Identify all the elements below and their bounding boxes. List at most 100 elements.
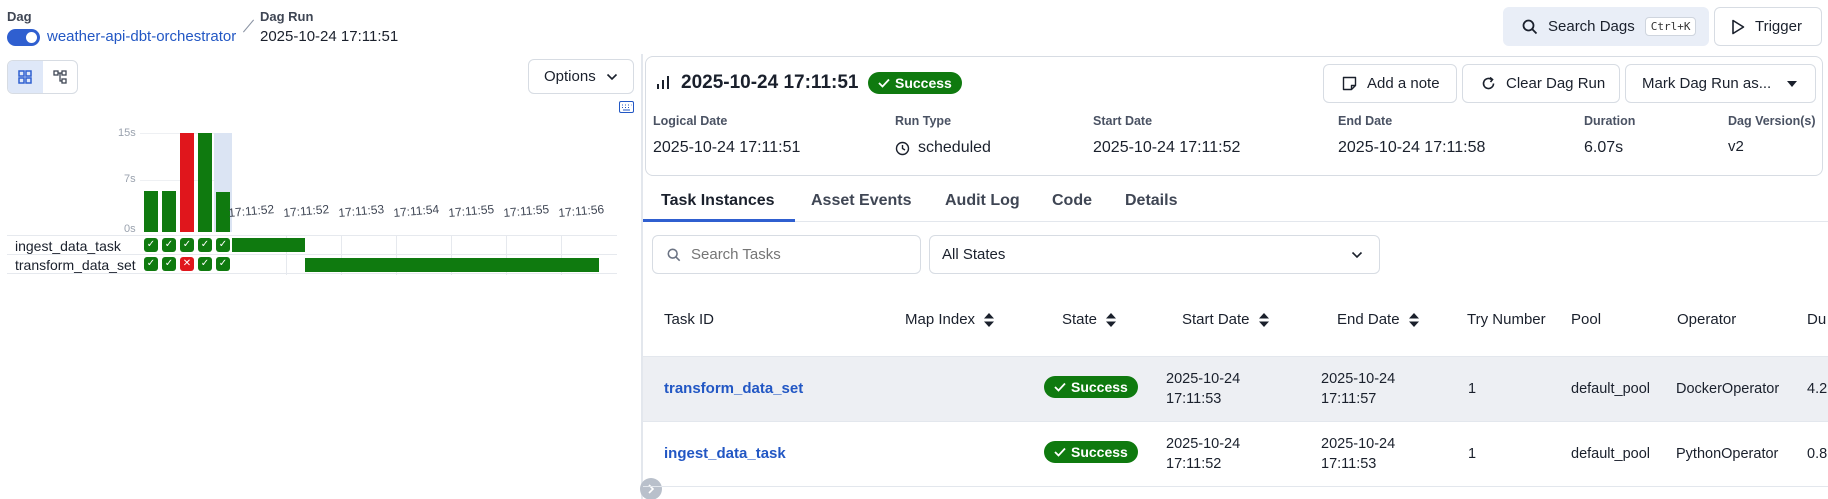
sort-icon — [984, 312, 995, 327]
column-header-start-date[interactable]: Start Date — [1182, 311, 1270, 328]
task-end-date-day: 2025-10-24 — [1321, 371, 1396, 387]
task-pool: default_pool — [1571, 446, 1651, 462]
mark-dag-run-as-label: Mark Dag Run as... — [1642, 75, 1772, 92]
task-end-date-time: 17:11:57 — [1321, 391, 1377, 407]
task-start-date-day: 2025-10-24 — [1166, 371, 1241, 387]
duration-label: Duration — [1584, 114, 1636, 128]
task-start-date-day: 2025-10-24 — [1166, 436, 1241, 452]
search-shortcut-hint: Ctrl+K — [1644, 17, 1697, 36]
state-filter-select[interactable]: All States — [929, 235, 1380, 274]
clear-dag-run-button[interactable]: Clear Dag Run — [1462, 64, 1620, 103]
column-header-operator-label: Operator — [1677, 311, 1737, 328]
grid-task-ingest-data-task[interactable]: ingest_data_task — [15, 238, 121, 254]
search-tasks-input[interactable] — [691, 246, 911, 263]
search-tasks-field[interactable] — [652, 235, 921, 274]
expand-panel-button[interactable] — [640, 478, 662, 499]
search-dags-button[interactable]: Search Dags Ctrl+K — [1503, 7, 1709, 46]
task-id-link[interactable]: ingest_data_task — [664, 444, 786, 464]
breadcrumb-separator — [242, 19, 255, 33]
column-header-end-date-label: End Date — [1337, 311, 1400, 328]
dag-versions-value[interactable]: v2 — [1728, 138, 1744, 155]
options-button[interactable]: Options — [528, 59, 634, 94]
play-icon — [1732, 19, 1745, 34]
column-header-task-id-label: Task ID — [664, 311, 715, 328]
column-header-task-id[interactable]: Task ID — [664, 311, 714, 328]
gantt-time-label: 17:11:53 — [337, 202, 385, 220]
task-state-cell[interactable]: ✓ — [162, 238, 176, 252]
run-duration-bar[interactable] — [180, 133, 194, 232]
task-state-cell[interactable]: ✓ — [180, 238, 194, 252]
run-duration-bar[interactable] — [198, 133, 212, 232]
check-icon — [1054, 447, 1066, 457]
graph-view-button[interactable] — [43, 61, 78, 93]
task-try-number: 1 — [1468, 381, 1477, 397]
task-duration: 0.8 — [1807, 446, 1828, 462]
trigger-button[interactable]: Trigger — [1714, 7, 1822, 46]
task-state-cell[interactable]: ✓ — [216, 257, 230, 271]
logical-date-label: Logical Date — [653, 114, 728, 128]
add-note-button[interactable]: Add a note — [1323, 64, 1457, 103]
column-header-state-label: State — [1062, 311, 1098, 328]
column-header-duration[interactable]: Du — [1807, 311, 1826, 328]
task-start-date-time: 17:11:52 — [1166, 456, 1222, 472]
gantt-time-label: 17:11:52 — [227, 202, 275, 220]
column-header-pool[interactable]: Pool — [1571, 311, 1601, 328]
column-header-operator[interactable]: Operator — [1677, 311, 1736, 328]
panel-divider[interactable] — [641, 54, 643, 499]
check-icon — [1054, 382, 1066, 392]
grid-task-transform-data-set[interactable]: transform_data_set — [15, 257, 136, 273]
chevron-down-icon — [606, 73, 617, 80]
dag-name-link[interactable]: weather-api-dbt-orchestrator — [47, 28, 236, 45]
column-header-map-index[interactable]: Map Index — [905, 311, 995, 328]
tab-code[interactable]: Code — [1052, 192, 1092, 210]
task-state-cell[interactable]: ✓ — [144, 257, 158, 271]
task-end-date: 2025-10-24 17:11:57 — [1321, 369, 1395, 409]
task-id-link[interactable]: transform_data_set — [664, 379, 803, 399]
sort-icon — [1258, 312, 1269, 327]
sort-icon — [1106, 312, 1117, 327]
dag-pause-toggle[interactable] — [7, 29, 40, 46]
run-duration-bar[interactable] — [144, 191, 158, 232]
tab-task-instances[interactable]: Task Instances — [661, 192, 775, 210]
task-start-date-time: 17:11:53 — [1166, 391, 1222, 407]
graph-icon — [53, 70, 67, 84]
column-header-end-date[interactable]: End Date — [1337, 311, 1420, 328]
chevron-down-icon — [1351, 251, 1363, 258]
check-icon — [878, 78, 890, 88]
bar-chart-icon — [655, 75, 671, 96]
view-mode-toggle — [7, 60, 78, 94]
search-icon — [1522, 19, 1538, 34]
gantt-bar-ingest-data-task[interactable] — [232, 238, 305, 252]
task-state-cell[interactable]: ✓ — [198, 257, 212, 271]
table-row-divider — [643, 421, 1828, 422]
task-state-cell[interactable]: ✓ — [162, 257, 176, 271]
column-header-try-number[interactable]: Try Number — [1467, 311, 1546, 328]
task-duration: 4.2 — [1807, 381, 1828, 397]
tab-audit-log[interactable]: Audit Log — [945, 192, 1020, 210]
dag-versions-label: Dag Version(s) — [1728, 114, 1816, 128]
task-state-cell[interactable]: ✓ — [216, 238, 230, 252]
column-header-pool-label: Pool — [1571, 311, 1602, 328]
keyboard-shortcuts-icon[interactable] — [619, 100, 634, 118]
start-date-value: 2025-10-24 17:11:52 — [1093, 139, 1241, 156]
run-type-value-group: scheduled — [895, 139, 991, 157]
task-state-cell[interactable]: ✓ — [144, 238, 158, 252]
tab-details[interactable]: Details — [1125, 192, 1177, 210]
task-pool: default_pool — [1571, 381, 1651, 397]
column-header-state[interactable]: State — [1062, 311, 1117, 328]
task-state-badge: Success — [1044, 441, 1138, 463]
caret-down-icon — [1787, 80, 1798, 87]
mark-dag-run-as-button[interactable]: Mark Dag Run as... — [1625, 64, 1816, 103]
tab-asset-events[interactable]: Asset Events — [811, 192, 912, 210]
task-state-cell[interactable]: ✕ — [180, 257, 194, 271]
gantt-time-label: 17:11:54 — [392, 202, 440, 220]
gantt-bar-transform-data-set[interactable] — [305, 258, 599, 272]
clear-dag-run-label: Clear Dag Run — [1506, 75, 1606, 92]
task-state-cell[interactable]: ✓ — [198, 238, 212, 252]
task-try-number: 1 — [1468, 446, 1477, 462]
logical-date-value: 2025-10-24 17:11:51 — [653, 139, 801, 156]
run-duration-bar[interactable] — [162, 191, 176, 232]
gantt-row-line — [7, 235, 617, 236]
grid-view-button[interactable] — [8, 61, 43, 93]
options-label: Options — [544, 68, 596, 85]
